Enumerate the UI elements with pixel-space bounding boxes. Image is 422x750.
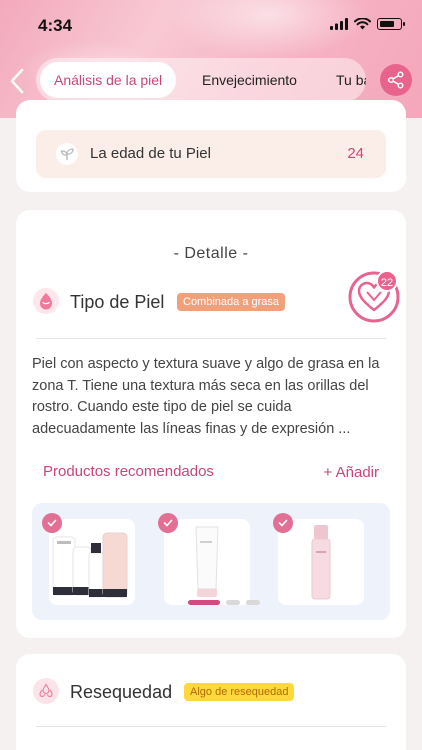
dryness-card: Resequedad Algo de resequedad [16,654,406,750]
add-products-button[interactable]: + Añadir [324,464,379,481]
product-card[interactable] [278,519,364,605]
skin-type-badge: Combinada a grasa [177,293,286,311]
dryness-badge: Algo de resequedad [184,683,295,701]
product-tube-image [195,526,219,597]
status-time: 4:34 [38,16,73,35]
dryness-title: Resequedad [70,682,173,702]
share-button[interactable] [380,64,412,96]
share-icon [387,71,404,89]
skin-type-icon [33,288,59,314]
check-icon[interactable] [158,513,178,533]
check-icon[interactable] [273,513,293,533]
tab-third[interactable]: Tu ba [336,62,366,98]
recommended-products-label: Productos recomendados [43,463,214,480]
tab-skin-analysis[interactable]: Análisis de la piel [40,62,177,98]
recommended-products-carousel[interactable] [32,503,390,620]
status-icons [330,18,405,30]
detail-card: - Detalle - Tipo de Piel Combinada a gra… [16,210,406,638]
divider [36,338,386,339]
product-set-image [52,532,128,598]
check-icon[interactable] [42,513,62,533]
battery-icon [377,18,405,30]
skin-age-label: La edad de tu Piel [90,145,211,162]
product-card[interactable] [49,519,135,605]
droplets-icon [33,678,59,704]
skin-type-title: Tipo de Piel [70,292,165,312]
product-bottle-image [311,525,331,600]
carousel-dot[interactable] [188,600,220,605]
skin-age-card: La edad de tu Piel 24 [16,100,406,192]
tab-aging[interactable]: Envejecimiento [202,62,297,98]
skin-age-value: 24 [347,145,364,162]
product-card[interactable] [164,519,250,605]
header-glow [170,0,370,60]
battery-fill [379,20,394,27]
back-arrow-icon[interactable] [6,66,30,96]
signal-icon [330,18,348,30]
carousel-dot[interactable] [246,600,260,605]
heart-count-badge: 22 [376,270,398,292]
skin-type-description: Piel con aspecto y textura suave y algo … [32,356,380,437]
sprout-icon [56,143,78,165]
divider [36,726,386,727]
tab-bar: Análisis de la piel Envejecimiento Tu ba [36,58,366,102]
carousel-pagination[interactable] [188,600,260,606]
skin-age-row[interactable]: La edad de tu Piel 24 [36,130,386,178]
wifi-icon [354,18,371,30]
detail-heading: - Detalle - [173,245,249,262]
carousel-dot[interactable] [226,600,240,605]
